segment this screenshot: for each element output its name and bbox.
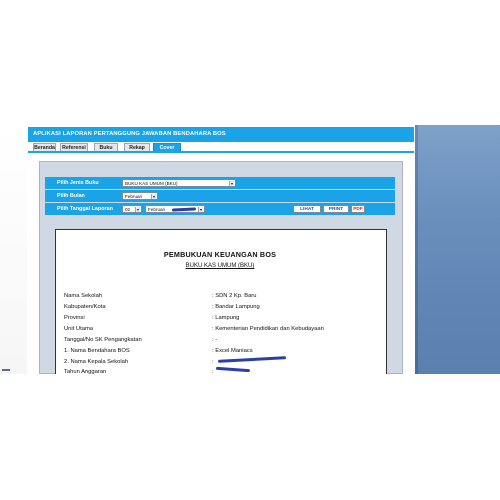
print-button[interactable]: PRINT xyxy=(323,205,349,213)
value-kepala-sekolah: : xyxy=(212,359,214,365)
tanggal-row: Pilih Tanggal Laporan 02 ▾ Februari ▾ LI… xyxy=(45,203,395,215)
desktop-background xyxy=(415,125,500,374)
tanggal-label: Pilih Tanggal Laporan xyxy=(57,206,113,212)
label-kabupaten: Kabupaten/Kota xyxy=(64,304,106,310)
pdf-button[interactable]: PDF xyxy=(351,205,365,213)
left-marker xyxy=(2,369,10,371)
label-kepala-sekolah: 2. Nama Kepala Sekolah xyxy=(64,359,129,365)
window-edge-shadow xyxy=(415,125,418,374)
label-bendahara: 1. Nama Bendahara BOS xyxy=(64,348,130,354)
label-nama-sekolah: Nama Sekolah xyxy=(64,293,103,299)
redaction-scribble xyxy=(215,366,251,373)
tanggal-day-select[interactable]: 02 ▾ xyxy=(122,205,142,213)
top-blank-area xyxy=(0,0,500,125)
chevron-down-icon: ▾ xyxy=(198,207,203,212)
value-bendahara: : Excel Maniacs xyxy=(212,348,253,354)
tab-beranda[interactable]: Beranda xyxy=(33,143,56,151)
chevron-down-icon: ▾ xyxy=(229,181,234,186)
screen: APLIKASI LAPORAN PERTANGGUNG JAWABAN BEN… xyxy=(0,0,500,500)
bulan-row: Pilih Bulan Februari ▾ xyxy=(45,190,395,202)
lihat-button[interactable]: LIHAT xyxy=(293,205,321,213)
chevron-down-icon: ▾ xyxy=(151,194,156,199)
bottom-blank-area xyxy=(0,374,500,500)
tanggal-day-value: 02 xyxy=(125,207,131,212)
value-nama-sekolah: : SDN 2 Kp. Baru xyxy=(212,293,257,299)
label-unit-utama: Unit Utama xyxy=(64,326,93,332)
tanggal-month-value: Februari xyxy=(148,207,166,212)
app-title-bar: APLIKASI LAPORAN PERTANGGUNG JAWABAN BEN… xyxy=(28,127,414,142)
value-provinsi: : Lampung xyxy=(212,315,240,321)
report-subtitle: BUKU KAS UMUM (BKU) xyxy=(185,263,255,269)
value-kabupaten: : Bandar Lampung xyxy=(212,304,260,310)
bulan-label: Pilih Bulan xyxy=(57,193,85,199)
tab-cover[interactable]: Cover xyxy=(153,143,181,151)
tab-referensi[interactable]: Referensi xyxy=(60,143,88,151)
jenis-buku-label: Pilih Jenis Buku xyxy=(57,180,99,186)
value-unit-utama: : Kementerian Pendidikan dan Kebudayaan xyxy=(212,326,324,332)
left-margin-pane xyxy=(0,125,27,374)
tab-rekap[interactable]: Rekap xyxy=(124,143,150,151)
report-preview: PEMBUKUAN KEUANGAN BOS BUKU KAS UMUM (BK… xyxy=(55,229,387,375)
jenis-buku-row: Pilih Jenis Buku BUKU KAS UMUM (BKU) ▾ xyxy=(45,177,395,189)
label-provinsi: Provinsi xyxy=(64,315,85,321)
redaction-scribble xyxy=(171,207,197,212)
redaction-scribble xyxy=(217,356,287,363)
bulan-value: Februari xyxy=(125,194,143,199)
tanggal-month-select[interactable]: Februari ▾ xyxy=(145,205,205,213)
bulan-select[interactable]: Februari ▾ xyxy=(122,192,158,200)
tab-buku[interactable]: Buku xyxy=(94,143,118,151)
value-tanggal-sk: : - xyxy=(212,337,218,343)
report-title: PEMBUKUAN KEUANGAN BOS xyxy=(163,250,277,259)
jenis-buku-select[interactable]: BUKU KAS UMUM (BKU) ▾ xyxy=(122,179,236,187)
jenis-buku-value: BUKU KAS UMUM (BKU) xyxy=(125,181,178,186)
chevron-down-icon: ▾ xyxy=(135,207,140,212)
label-tanggal-sk: Tanggal/No SK Pengangkatan xyxy=(64,337,142,343)
app-window: APLIKASI LAPORAN PERTANGGUNG JAWABAN BEN… xyxy=(28,125,414,375)
